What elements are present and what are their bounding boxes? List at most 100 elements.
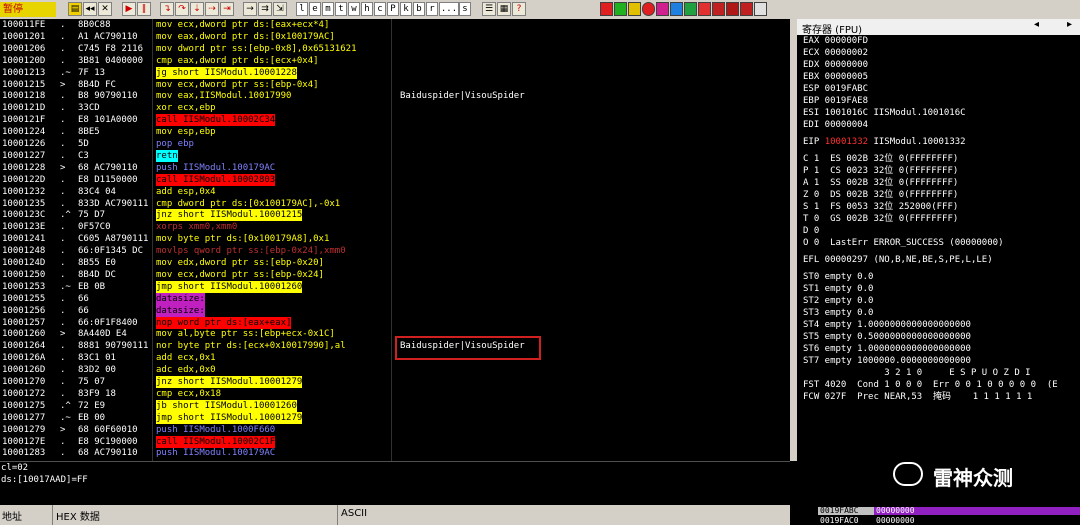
arrow-left-icon[interactable]: ◂ — [1034, 19, 1039, 30]
stack-pane[interactable]: 0019FABC 00000000 0019FAC0 00000000 — [797, 505, 1080, 525]
step-over-icon[interactable]: ↷ — [175, 2, 189, 16]
disasm-row[interactable]: 1000127E. E8 9C190000 call IISModul.10002C… — [0, 435, 790, 448]
fst-line[interactable]: FST 4020 Cond 1 0 0 0 Err 0 0 1 0 0 0 0 … — [803, 379, 1058, 391]
register-line[interactable]: EBP 0019FAE8 — [803, 95, 868, 107]
disasm-row[interactable]: 10001277 .~ EB 00 jmp short IISModul.100012… — [0, 411, 790, 424]
column-header-address[interactable]: 地址 — [2, 508, 22, 523]
register-line[interactable]: ST5 empty 0.5000000000000000000 — [803, 331, 971, 343]
register-line[interactable]: S 1 FS 0053 32位 252000(FFF) — [803, 201, 958, 213]
register-line[interactable]: D 0 — [803, 225, 819, 237]
register-line[interactable]: ST3 empty 0.0 — [803, 307, 873, 319]
disasm-row[interactable]: 10001279 >68 60F60010 push IISModul.1000F6… — [0, 424, 790, 436]
plugin-blue-icon[interactable] — [670, 2, 683, 16]
register-line[interactable]: EAX 000000FD — [803, 35, 868, 47]
help-icon[interactable]: ? — [512, 2, 526, 16]
disasm-row[interactable]: 10001275 .^ 72 E9 jb short IISModul.1000126… — [0, 399, 790, 412]
register-line[interactable]: ST6 empty 1.0000000000000000000 — [803, 343, 971, 355]
disasm-row[interactable]: 10001206. C745 F8 2116 mov dword ptr ss:[e… — [0, 43, 790, 55]
step-into-icon[interactable]: ↴ — [160, 2, 174, 16]
register-line[interactable]: ST7 empty 1000000.0000000000000 — [803, 355, 971, 367]
patches-button[interactable]: P — [387, 2, 399, 16]
register-line[interactable]: ECX 00000002 — [803, 47, 868, 59]
trace-over-icon[interactable]: ⇢ — [205, 2, 219, 16]
column-header-ascii[interactable]: ASCII — [341, 508, 367, 519]
disasm-row[interactable]: 10001250. 8B4D DC mov ecx,dword ptr ss:[eb… — [0, 269, 790, 281]
disasm-row[interactable]: 1000124D. 8B55 E0 mov edx,dword ptr ss:[eb… — [0, 257, 790, 269]
disasm-row[interactable]: 10001226. 5D pop ebp — [0, 138, 790, 150]
disasm-row[interactable]: 10001257. 66:0F1F8400 nop word ptr ds:[eax… — [0, 316, 790, 329]
memory-map-button[interactable]: m — [322, 2, 334, 16]
follow-icon[interactable]: ⇲ — [273, 2, 287, 16]
disasm-row[interactable]: 10001272. 83F9 18 cmp ecx,0x18 — [0, 388, 790, 400]
jump-icon[interactable]: ⇉ — [258, 2, 272, 16]
disasm-row[interactable]: 10001256. 66 datasize: — [0, 304, 790, 317]
disasm-row[interactable]: 1000121F. E8 101A0000 call IISModul.10002C… — [0, 114, 790, 127]
column-header-hex[interactable]: HEX 数据 — [56, 508, 100, 523]
fcw-line[interactable]: FCW 027F Prec NEAR,53 掩码 1 1 1 1 1 1 — [803, 391, 1032, 403]
executable-modules-button[interactable]: e — [309, 2, 321, 16]
register-line[interactable]: ESI 1001016C IISModul.1001016C — [803, 107, 966, 119]
vertical-scrollbar[interactable] — [790, 19, 797, 461]
references-button[interactable]: r — [426, 2, 438, 16]
windows-button[interactable]: w — [348, 2, 360, 16]
disasm-row[interactable]: 10001218. B8 90790110 mov eax,IISModul.100… — [0, 90, 790, 102]
run-trace-button[interactable]: ... — [439, 2, 459, 16]
cpu-button[interactable]: c — [374, 2, 386, 16]
disasm-row[interactable]: 1000122D. E8 D1150000 call IISModul.100028… — [0, 173, 790, 186]
run-icon[interactable]: ▶ — [122, 2, 136, 16]
plugin-yellow-icon[interactable] — [628, 2, 641, 16]
disassembly-pane[interactable]: 100011FE. 8B0C88 mov ecx,dword ptr ds:[eax… — [0, 19, 790, 461]
eip-line[interactable]: EIP 10001332 IISModul.10001332 — [803, 136, 966, 148]
execute-till-return-icon[interactable]: ⇥ — [220, 2, 234, 16]
list-icon[interactable]: ☰ — [482, 2, 496, 16]
register-line[interactable]: EDI 00000004 — [803, 119, 868, 131]
rewind-icon[interactable]: ◂◂ — [83, 2, 97, 16]
disasm-row[interactable]: 10001248. 66:0F1345 DC movlps qword ptr ss… — [0, 245, 790, 257]
plugin-grid-icon[interactable] — [754, 2, 767, 16]
disasm-row[interactable]: 10001255. 66 datasize: — [0, 292, 790, 305]
plugin-green2-icon[interactable] — [684, 2, 697, 16]
register-line[interactable]: ESP 0019FABC — [803, 83, 868, 95]
register-line[interactable]: T 0 GS 002B 32位 0(FFFFFFFF) — [803, 213, 958, 225]
disasm-row[interactable]: 10001228 >68 AC790110 push IISModul.100179… — [0, 162, 790, 174]
disasm-row[interactable]: 10001241. C605 A8790111 mov byte ptr ds:[0… — [0, 233, 790, 245]
log-window-button[interactable]: l — [296, 2, 308, 16]
disasm-row[interactable]: 10001227. C3 retn — [0, 149, 790, 162]
register-line[interactable]: EDX 00000000 — [803, 59, 868, 71]
grid-icon[interactable]: ▦ — [497, 2, 511, 16]
fpu-header[interactable]: 3 2 1 0 E S P U O Z D I — [803, 367, 1030, 379]
register-line[interactable]: C 1 ES 002B 32位 0(FFFFFFFF) — [803, 153, 958, 165]
open-icon[interactable]: ▤ — [68, 2, 82, 16]
register-line[interactable]: O 0 LastErr ERROR_SUCCESS (00000000) — [803, 237, 1003, 249]
register-line[interactable]: ST4 empty 1.0000000000000000000 — [803, 319, 971, 331]
register-line[interactable]: Z 0 DS 002B 32位 0(FFFFFFFF) — [803, 189, 958, 201]
disasm-row[interactable]: 10001235. 833D AC790111 cmp dword ptr ds:[… — [0, 198, 790, 210]
plugin-circle-icon[interactable] — [642, 2, 655, 16]
call-stack-button[interactable]: k — [400, 2, 412, 16]
disasm-row[interactable]: 1000123C .^ 75 D7 jnz short IISModul.100012… — [0, 209, 790, 222]
disasm-row[interactable]: 1000126D. 83D2 00 adc edx,0x0 — [0, 364, 790, 376]
threads-button[interactable]: t — [335, 2, 347, 16]
register-line[interactable]: P 1 CS 0023 32位 0(FFFFFFFF) — [803, 165, 958, 177]
plugin-red4-icon[interactable] — [726, 2, 739, 16]
breakpoints-button[interactable]: b — [413, 2, 425, 16]
disasm-row[interactable]: 100011FE. 8B0C88 mov ecx,dword ptr ds:[eax… — [0, 19, 790, 31]
disasm-row[interactable]: 1000120D. 3B81 0400000 cmp eax,dword ptr d… — [0, 55, 790, 67]
efl-line[interactable]: EFL 00000297 (NO,B,NE,BE,S,PE,L,LE) — [803, 254, 993, 266]
plugin-pink-icon[interactable] — [656, 2, 669, 16]
plugin-green-icon[interactable] — [614, 2, 627, 16]
plugin-red3-icon[interactable] — [712, 2, 725, 16]
register-line[interactable]: ST1 empty 0.0 — [803, 283, 873, 295]
register-line[interactable]: A 1 SS 002B 32位 0(FFFFFFFF) — [803, 177, 958, 189]
register-line[interactable]: ST0 empty 0.0 — [803, 271, 873, 283]
goto-icon[interactable]: → — [243, 2, 257, 16]
disasm-row[interactable]: 10001215 >8B4D FC mov ecx,dword ptr ss:[eb… — [0, 79, 790, 91]
handles-button[interactable]: h — [361, 2, 373, 16]
disasm-row[interactable]: 10001270. 75 07 jnz short IISModul.1000127… — [0, 376, 790, 388]
close-icon[interactable]: ✕ — [98, 2, 112, 16]
disasm-row[interactable]: 1000123E. 0F57C0 xorps xmm0,xmm0 — [0, 221, 790, 233]
plugin-red2-icon[interactable] — [698, 2, 711, 16]
plugin-red5-icon[interactable] — [740, 2, 753, 16]
pause-icon[interactable]: ‖ — [137, 2, 151, 16]
disasm-row[interactable]: 1000121D. 33CD xor ecx,ebp — [0, 102, 790, 114]
